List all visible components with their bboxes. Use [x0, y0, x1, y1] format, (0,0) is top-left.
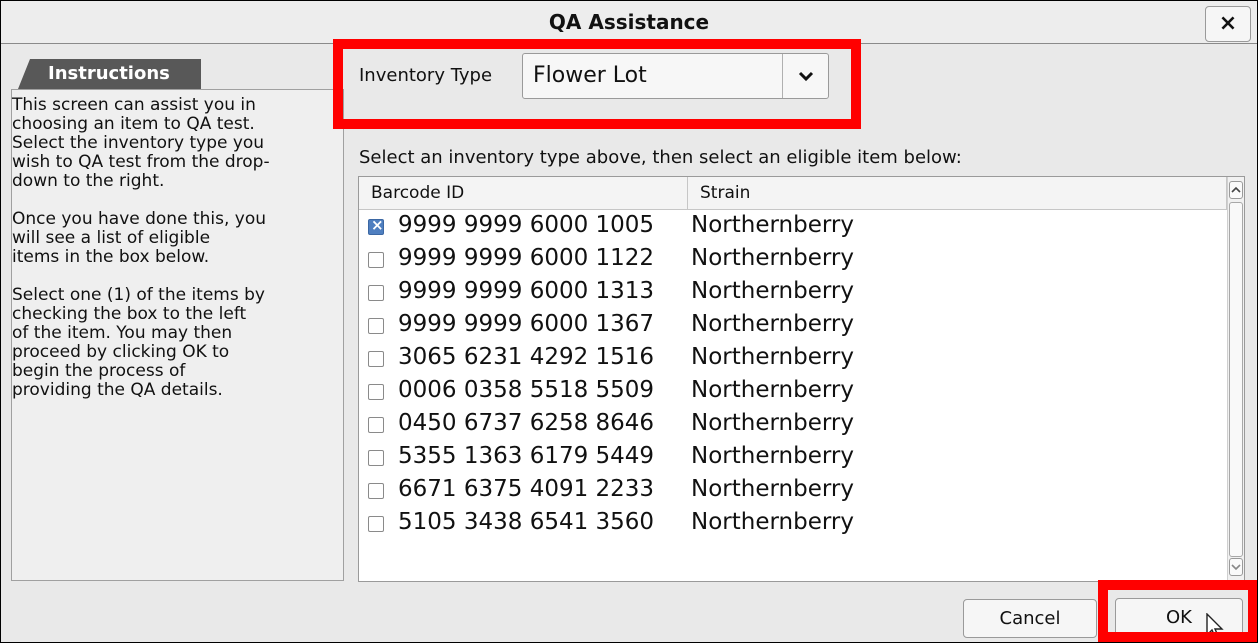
- list-item[interactable]: 9999 9999 6000 1005 Northernberry: [359, 211, 1219, 243]
- strain-name: Northernberry: [691, 212, 854, 238]
- strain-name: Northernberry: [691, 377, 854, 403]
- list-item[interactable]: 9999 9999 6000 1313 Northernberry: [359, 277, 1219, 309]
- row-checkbox[interactable]: [368, 216, 384, 235]
- row-checkbox[interactable]: [368, 516, 384, 532]
- dialog-title: QA Assistance: [548, 10, 710, 34]
- strain-name: Northernberry: [691, 476, 854, 502]
- row-checkbox[interactable]: [368, 252, 384, 268]
- barcode-id: 0450 6737 6258 8646: [398, 410, 655, 436]
- list-item[interactable]: 9999 9999 6000 1367 Northernberry: [359, 310, 1219, 342]
- cancel-button[interactable]: Cancel: [963, 599, 1097, 638]
- list-item[interactable]: 0006 0358 5518 5509 Northernberry: [359, 376, 1219, 408]
- barcode-id: 5105 3438 6541 3560: [398, 509, 655, 535]
- column-header-strain[interactable]: Strain: [688, 177, 1227, 210]
- mouse-pointer-icon: [1206, 613, 1224, 640]
- scroll-down-icon[interactable]: [1229, 558, 1243, 576]
- close-icon: ×: [1218, 11, 1238, 36]
- barcode-id: 5355 1363 6179 5449: [398, 443, 655, 469]
- scroll-up-icon[interactable]: [1229, 181, 1243, 199]
- strain-name: Northernberry: [691, 344, 854, 370]
- strain-name: Northernberry: [691, 509, 854, 535]
- barcode-id: 6671 6375 4091 2233: [398, 476, 655, 502]
- row-checkbox[interactable]: [368, 285, 384, 301]
- row-checkbox[interactable]: [368, 351, 384, 367]
- barcode-id: 9999 9999 6000 1367: [398, 311, 655, 337]
- barcode-id: 9999 9999 6000 1313: [398, 278, 655, 304]
- close-button[interactable]: ×: [1205, 6, 1251, 42]
- barcode-id: 9999 9999 6000 1005: [398, 212, 655, 238]
- strain-name: Northernberry: [691, 278, 854, 304]
- row-checkbox[interactable]: [368, 318, 384, 334]
- strain-name: Northernberry: [691, 443, 854, 469]
- chevron-down-icon[interactable]: [783, 54, 828, 98]
- strain-name: Northernberry: [691, 245, 854, 271]
- qa-assistance-dialog: QA Assistance × Instructions This screen…: [0, 0, 1258, 643]
- list-item[interactable]: 0450 6737 6258 8646 Northernberry: [359, 409, 1219, 441]
- barcode-id: 3065 6231 4292 1516: [398, 344, 655, 370]
- list-item[interactable]: 6671 6375 4091 2233 Northernberry: [359, 475, 1219, 507]
- row-checkbox[interactable]: [368, 450, 384, 466]
- inventory-type-value: Flower Lot: [533, 63, 647, 88]
- list-item[interactable]: 9999 9999 6000 1122 Northernberry: [359, 244, 1219, 276]
- list-prompt: Select an inventory type above, then sel…: [359, 147, 962, 168]
- barcode-id: 0006 0358 5518 5509: [398, 377, 655, 403]
- list-item[interactable]: 5105 3438 6541 3560 Northernberry: [359, 508, 1219, 540]
- scroll-thumb[interactable]: [1229, 202, 1243, 557]
- row-checkbox[interactable]: [368, 483, 384, 499]
- instructions-panel: This screen can assist you in choosing a…: [11, 89, 344, 581]
- inventory-type-label: Inventory Type: [359, 65, 493, 86]
- strain-name: Northernberry: [691, 311, 854, 337]
- title-bar: QA Assistance ×: [1, 1, 1257, 44]
- barcode-id: 9999 9999 6000 1122: [398, 245, 655, 271]
- row-checkbox[interactable]: [368, 384, 384, 400]
- column-header-barcode[interactable]: Barcode ID: [359, 177, 688, 210]
- vertical-scrollbar[interactable]: [1227, 177, 1244, 581]
- list-item[interactable]: 3065 6231 4292 1516 Northernberry: [359, 343, 1219, 375]
- eligible-items-list: Barcode ID Strain 9999 9999 6000 1005 Nor…: [358, 176, 1245, 582]
- inventory-type-select[interactable]: Flower Lot: [522, 53, 829, 99]
- instructions-tab[interactable]: Instructions: [18, 59, 201, 89]
- instructions-text: This screen can assist you in choosing a…: [12, 95, 270, 400]
- strain-name: Northernberry: [691, 410, 854, 436]
- list-item[interactable]: 5355 1363 6179 5449 Northernberry: [359, 442, 1219, 474]
- row-checkbox[interactable]: [368, 417, 384, 433]
